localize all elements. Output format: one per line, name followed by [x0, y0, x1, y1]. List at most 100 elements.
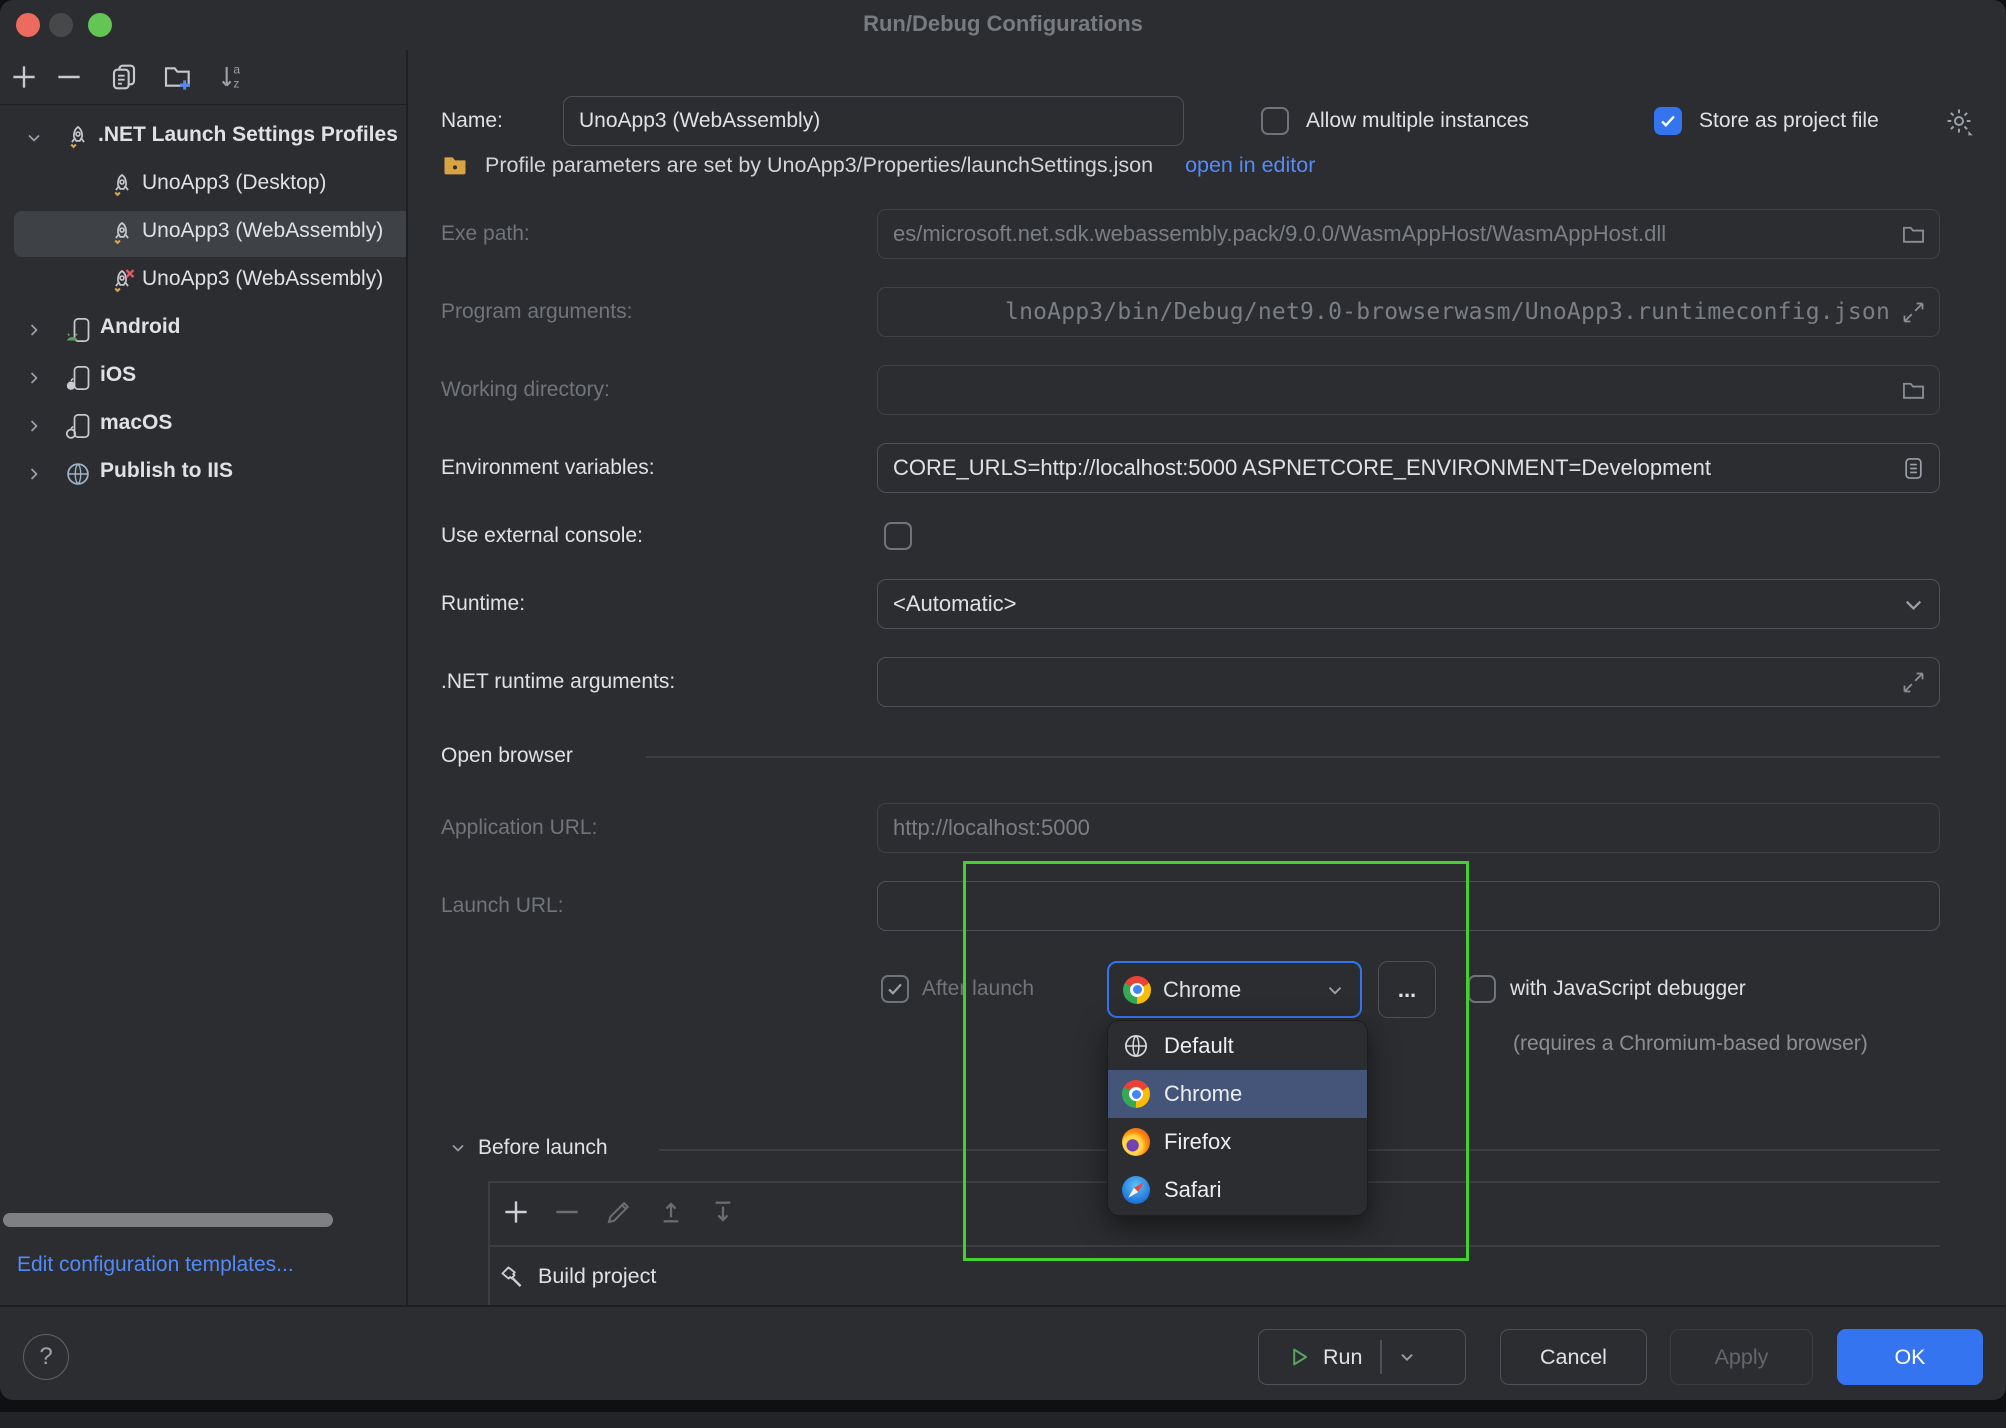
- launch-url-field[interactable]: [877, 881, 1940, 931]
- horizontal-scrollbar[interactable]: [3, 1213, 333, 1227]
- sidebar-item-macos[interactable]: macOS: [0, 402, 407, 450]
- edit-task-icon[interactable]: [603, 1196, 635, 1228]
- remove-task-icon[interactable]: [551, 1196, 583, 1228]
- name-label: Name:: [441, 107, 503, 135]
- run-button[interactable]: Run: [1258, 1329, 1466, 1385]
- launch-url-label: Launch URL:: [441, 892, 564, 920]
- add-configuration-icon[interactable]: [8, 61, 40, 93]
- sidebar-item-label: UnoApp3 (Desktop): [142, 171, 326, 195]
- working-directory-label: Working directory:: [441, 376, 610, 404]
- use-external-console-label: Use external console:: [441, 522, 643, 550]
- environment-variables-value: CORE_URLS=http://localhost:5000 ASPNETCO…: [893, 455, 1890, 481]
- store-as-project-file-checkbox[interactable]: [1654, 107, 1682, 135]
- sort-alphabetically-icon[interactable]: a z: [216, 61, 248, 93]
- section-divider: [646, 756, 1940, 758]
- working-directory-field[interactable]: [877, 365, 1940, 415]
- expand-icon[interactable]: [1900, 299, 1927, 326]
- application-url-field[interactable]: http://localhost:5000: [877, 803, 1940, 853]
- popup-item-label: Safari: [1164, 1177, 1221, 1203]
- sidebar-item-android[interactable]: Android: [0, 306, 407, 354]
- apply-button[interactable]: Apply: [1670, 1329, 1813, 1385]
- folder-icon[interactable]: [1900, 377, 1927, 404]
- sidebar-item-ios[interactable]: iOS: [0, 354, 407, 402]
- sidebar-item-unoapp3-desktop[interactable]: UnoApp3 (Desktop): [0, 162, 407, 210]
- rocket-error-icon: [108, 268, 136, 296]
- with-js-debugger-checkbox[interactable]: [1468, 975, 1496, 1003]
- publish-globe-icon: [64, 460, 92, 488]
- browser-select-dropdown[interactable]: Chrome: [1107, 961, 1362, 1018]
- name-field[interactable]: UnoApp3 (WebAssembly): [563, 96, 1184, 146]
- runtime-dropdown[interactable]: <Automatic>: [877, 579, 1940, 629]
- copy-configuration-icon[interactable]: [108, 61, 140, 93]
- move-down-icon[interactable]: [707, 1196, 739, 1228]
- chevron-right-icon[interactable]: [24, 416, 44, 436]
- js-debugger-hint: (requires a Chromium-based browser): [1513, 1032, 1868, 1056]
- safari-icon: [1122, 1176, 1150, 1204]
- after-launch-label: After launch: [922, 975, 1034, 1003]
- sidebar-item-label: macOS: [100, 411, 172, 435]
- popup-item-firefox[interactable]: Firefox: [1108, 1118, 1367, 1166]
- allow-multiple-instances-checkbox[interactable]: [1261, 107, 1289, 135]
- profile-parameters-banner: Profile parameters are set by UnoApp3/Pr…: [441, 154, 1691, 192]
- before-launch-collapse-icon[interactable]: [448, 1138, 468, 1158]
- chevron-right-icon[interactable]: [24, 320, 44, 340]
- chevron-down-icon[interactable]: [24, 128, 44, 148]
- folder-icon[interactable]: [1900, 221, 1927, 248]
- allow-multiple-instances-label: Allow multiple instances: [1306, 107, 1529, 135]
- edit-configuration-templates-link[interactable]: Edit configuration templates...: [17, 1253, 294, 1277]
- configurations-sidebar: a z .NET Launch Settings Profiles UnoApp…: [0, 50, 407, 1305]
- use-external-console-checkbox[interactable]: [884, 522, 912, 550]
- ok-button[interactable]: OK: [1837, 1329, 1983, 1385]
- store-settings-gear-icon[interactable]: [1944, 106, 1974, 136]
- sidebar-item-unoapp3-webassembly-selected[interactable]: UnoApp3 (WebAssembly): [0, 210, 407, 258]
- expand-icon[interactable]: [1900, 669, 1927, 696]
- chevron-right-icon[interactable]: [24, 368, 44, 388]
- chevron-right-icon[interactable]: [24, 464, 44, 484]
- sidebar-item-publish-to-iis[interactable]: Publish to IIS: [0, 450, 407, 498]
- environment-variables-field[interactable]: CORE_URLS=http://localhost:5000 ASPNETCO…: [877, 443, 1940, 493]
- before-launch-section-title: Before launch: [478, 1134, 608, 1162]
- exe-path-label: Exe path:: [441, 220, 530, 248]
- browse-browser-button[interactable]: ...: [1378, 961, 1436, 1018]
- browser-dropdown-popup: Default Chrome Firefox Safari: [1107, 1020, 1368, 1216]
- sidebar-item-label: UnoApp3 (WebAssembly): [142, 267, 383, 291]
- program-arguments-field[interactable]: lnoApp3/bin/Debug/net9.0-browserwasm/Uno…: [877, 287, 1940, 337]
- sidebar-item-net-launch-settings-profiles[interactable]: .NET Launch Settings Profiles: [0, 114, 407, 162]
- cancel-button[interactable]: Cancel: [1500, 1329, 1647, 1385]
- browser-select-value: Chrome: [1163, 977, 1324, 1003]
- list-icon[interactable]: [1900, 455, 1927, 482]
- chevron-down-icon: [1324, 979, 1346, 1001]
- footer-divider: [0, 1305, 2006, 1307]
- net-runtime-arguments-field[interactable]: [877, 657, 1940, 707]
- run-button-label: Run: [1323, 1345, 1362, 1370]
- after-launch-checkbox[interactable]: [881, 975, 909, 1003]
- sidebar-item-label: iOS: [100, 363, 136, 387]
- sidebar-item-label: UnoApp3 (WebAssembly): [142, 219, 383, 243]
- before-launch-task-row[interactable]: Build project: [488, 1247, 1940, 1305]
- run-options-chevron-icon[interactable]: [1396, 1346, 1418, 1368]
- popup-item-default[interactable]: Default: [1108, 1022, 1367, 1070]
- launch-settings-warning-icon: [441, 154, 469, 179]
- build-project-label: Build project: [538, 1264, 656, 1289]
- new-folder-icon[interactable]: [162, 61, 194, 93]
- chrome-icon: [1123, 976, 1151, 1004]
- popup-item-safari[interactable]: Safari: [1108, 1166, 1367, 1214]
- exe-path-field[interactable]: es/microsoft.net.sdk.webassembly.pack/9.…: [877, 209, 1940, 259]
- help-button[interactable]: ?: [23, 1334, 69, 1380]
- with-js-debugger-label: with JavaScript debugger: [1510, 975, 1746, 1003]
- svg-text:z: z: [233, 77, 239, 91]
- chrome-icon: [1122, 1080, 1150, 1108]
- application-url-value: http://localhost:5000: [893, 815, 1927, 841]
- popup-item-chrome[interactable]: Chrome: [1108, 1070, 1367, 1118]
- rocket-icon: [108, 220, 136, 248]
- name-value: UnoApp3 (WebAssembly): [579, 109, 1171, 133]
- move-up-icon[interactable]: [655, 1196, 687, 1228]
- mac-device-icon: [64, 412, 92, 440]
- remove-configuration-icon[interactable]: [53, 61, 85, 93]
- open-in-editor-link[interactable]: open in editor: [1185, 154, 1315, 178]
- sidebar-item-unoapp3-webassembly-error[interactable]: UnoApp3 (WebAssembly): [0, 258, 407, 306]
- rocket-icon: [64, 124, 92, 152]
- sidebar-item-label: Publish to IIS: [100, 459, 233, 483]
- add-task-icon[interactable]: [500, 1196, 532, 1228]
- program-arguments-value: lnoApp3/bin/Debug/net9.0-browserwasm/Uno…: [893, 299, 1890, 325]
